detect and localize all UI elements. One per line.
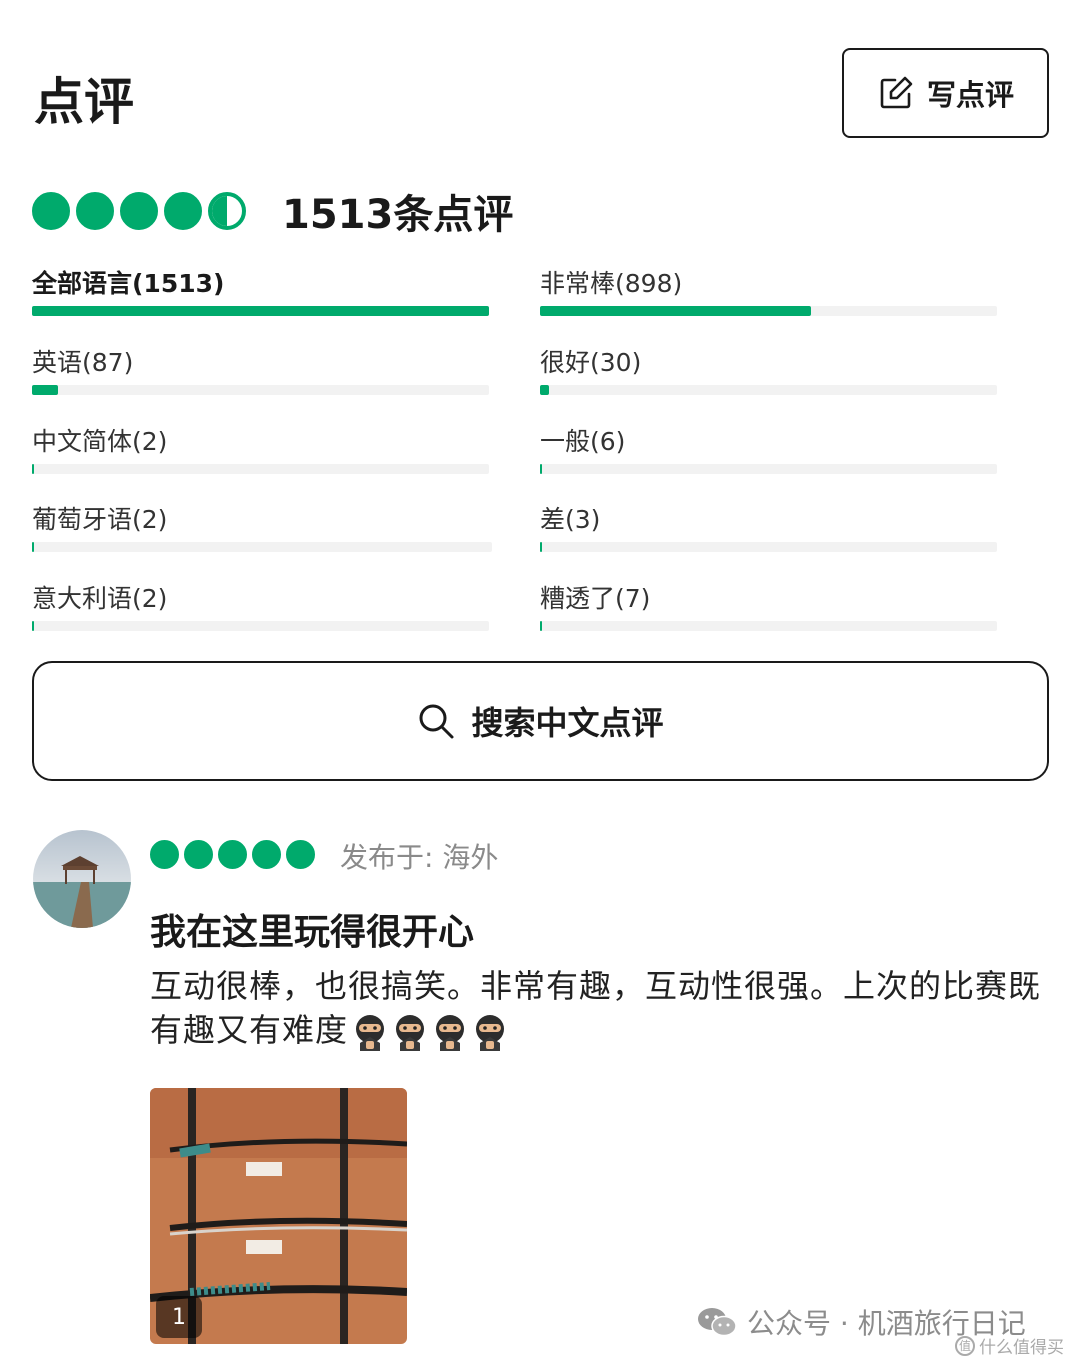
ninja-icon <box>356 1015 385 1051</box>
review-count: 1513条点评 <box>282 192 514 238</box>
search-chinese-reviews-button[interactable]: 搜索中文点评 <box>32 661 1049 781</box>
rating-bubble-full <box>76 192 114 230</box>
rating-bubble-full <box>150 840 179 869</box>
ninja-icon <box>476 1015 505 1051</box>
filter-bar-track <box>32 464 489 474</box>
filter-label: 意大利语(2) <box>32 584 168 613</box>
review-rating-bubbles <box>150 840 315 869</box>
filter-language-portuguese[interactable]: 葡萄牙语(2) <box>32 500 492 552</box>
photo-count-badge: 1 <box>156 1296 202 1338</box>
filter-bar-track <box>540 464 997 474</box>
filter-bar-fill <box>540 306 811 316</box>
rating-bubble-full <box>120 192 158 230</box>
filter-language-chinese[interactable]: 中文简体(2) <box>32 422 489 474</box>
emoji-row <box>352 1013 508 1051</box>
filter-bar-fill <box>32 385 58 395</box>
rating-bubble-full <box>218 840 247 869</box>
rating-bubble-full <box>164 192 202 230</box>
filter-label: 非常棒(898) <box>540 269 683 298</box>
ninja-icon <box>396 1015 425 1051</box>
wechat-icon <box>698 1308 737 1337</box>
rating-bubble-full <box>286 840 315 869</box>
filter-bar-track <box>540 621 997 631</box>
review-body: 互动很棒，也很搞笑。非常有趣，互动性很强。上次的比赛既有趣又有难度 <box>150 964 1050 1052</box>
review-photo[interactable]: 1 <box>150 1088 407 1344</box>
page-title: 点评 <box>34 73 134 131</box>
rating-bubble-full <box>32 192 70 230</box>
filter-bar-track <box>540 306 997 316</box>
filter-bar-track <box>540 385 997 395</box>
smzdm-logo-icon: 值 <box>955 1335 975 1356</box>
rating-bubbles <box>32 192 246 230</box>
write-review-button[interactable]: 写点评 <box>842 48 1049 138</box>
filter-bar-fill <box>540 542 542 552</box>
search-icon <box>419 704 454 739</box>
filter-bar-track <box>32 621 489 631</box>
filter-language-all[interactable]: 全部语言(1513) <box>32 264 489 316</box>
filter-bar-fill <box>32 464 34 474</box>
filter-bar-track <box>32 306 489 316</box>
filter-bar-track <box>32 385 489 395</box>
filter-rating-very-good[interactable]: 很好(30) <box>540 343 997 395</box>
filter-bar-fill <box>32 306 489 316</box>
rating-bubble-half <box>208 192 246 230</box>
filter-bar-track <box>540 542 997 552</box>
filter-label: 葡萄牙语(2) <box>32 505 168 534</box>
site-watermark-text: 什么值得买 <box>979 1338 1064 1358</box>
filter-label: 全部语言(1513) <box>32 269 225 298</box>
filter-label: 差(3) <box>540 505 601 534</box>
site-watermark: 值 什么值得买 <box>955 1333 1064 1358</box>
ninja-icon <box>436 1015 465 1051</box>
filter-language-english[interactable]: 英语(87) <box>32 343 489 395</box>
filter-rating-excellent[interactable]: 非常棒(898) <box>540 264 997 316</box>
write-review-label: 写点评 <box>926 78 1014 112</box>
filter-bar-fill <box>32 542 34 552</box>
avatar-image <box>33 830 131 928</box>
filter-bar-fill <box>32 621 34 631</box>
filter-label: 很好(30) <box>540 348 642 377</box>
rating-bubble-full <box>252 840 281 869</box>
filter-rating-poor[interactable]: 差(3) <box>540 500 997 552</box>
rating-bubble-full <box>184 840 213 869</box>
filter-rating-terrible[interactable]: 糟透了(7) <box>540 579 997 631</box>
search-label: 搜索中文点评 <box>471 704 664 742</box>
filter-bar-fill <box>540 621 542 631</box>
filter-language-italian[interactable]: 意大利语(2) <box>32 579 489 631</box>
filter-label: 糟透了(7) <box>540 584 651 613</box>
overall-rating: 1513条点评 <box>32 182 513 240</box>
filter-label: 中文简体(2) <box>32 427 168 456</box>
filter-bar-fill <box>540 385 549 395</box>
filter-label: 一般(6) <box>540 427 626 456</box>
filter-bar-track <box>32 542 492 552</box>
filter-bar-fill <box>540 464 542 474</box>
review-body-text: 互动很棒，也很搞笑。非常有趣，互动性很强。上次的比赛既有趣又有难度 <box>150 967 1042 1049</box>
avatar[interactable] <box>33 830 131 928</box>
review-posted-from: 发布于: 海外 <box>340 841 499 874</box>
filter-label: 英语(87) <box>32 348 134 377</box>
edit-icon <box>880 76 913 109</box>
review-title[interactable]: 我在这里玩得很开心 <box>150 903 474 955</box>
filter-rating-average[interactable]: 一般(6) <box>540 422 997 474</box>
